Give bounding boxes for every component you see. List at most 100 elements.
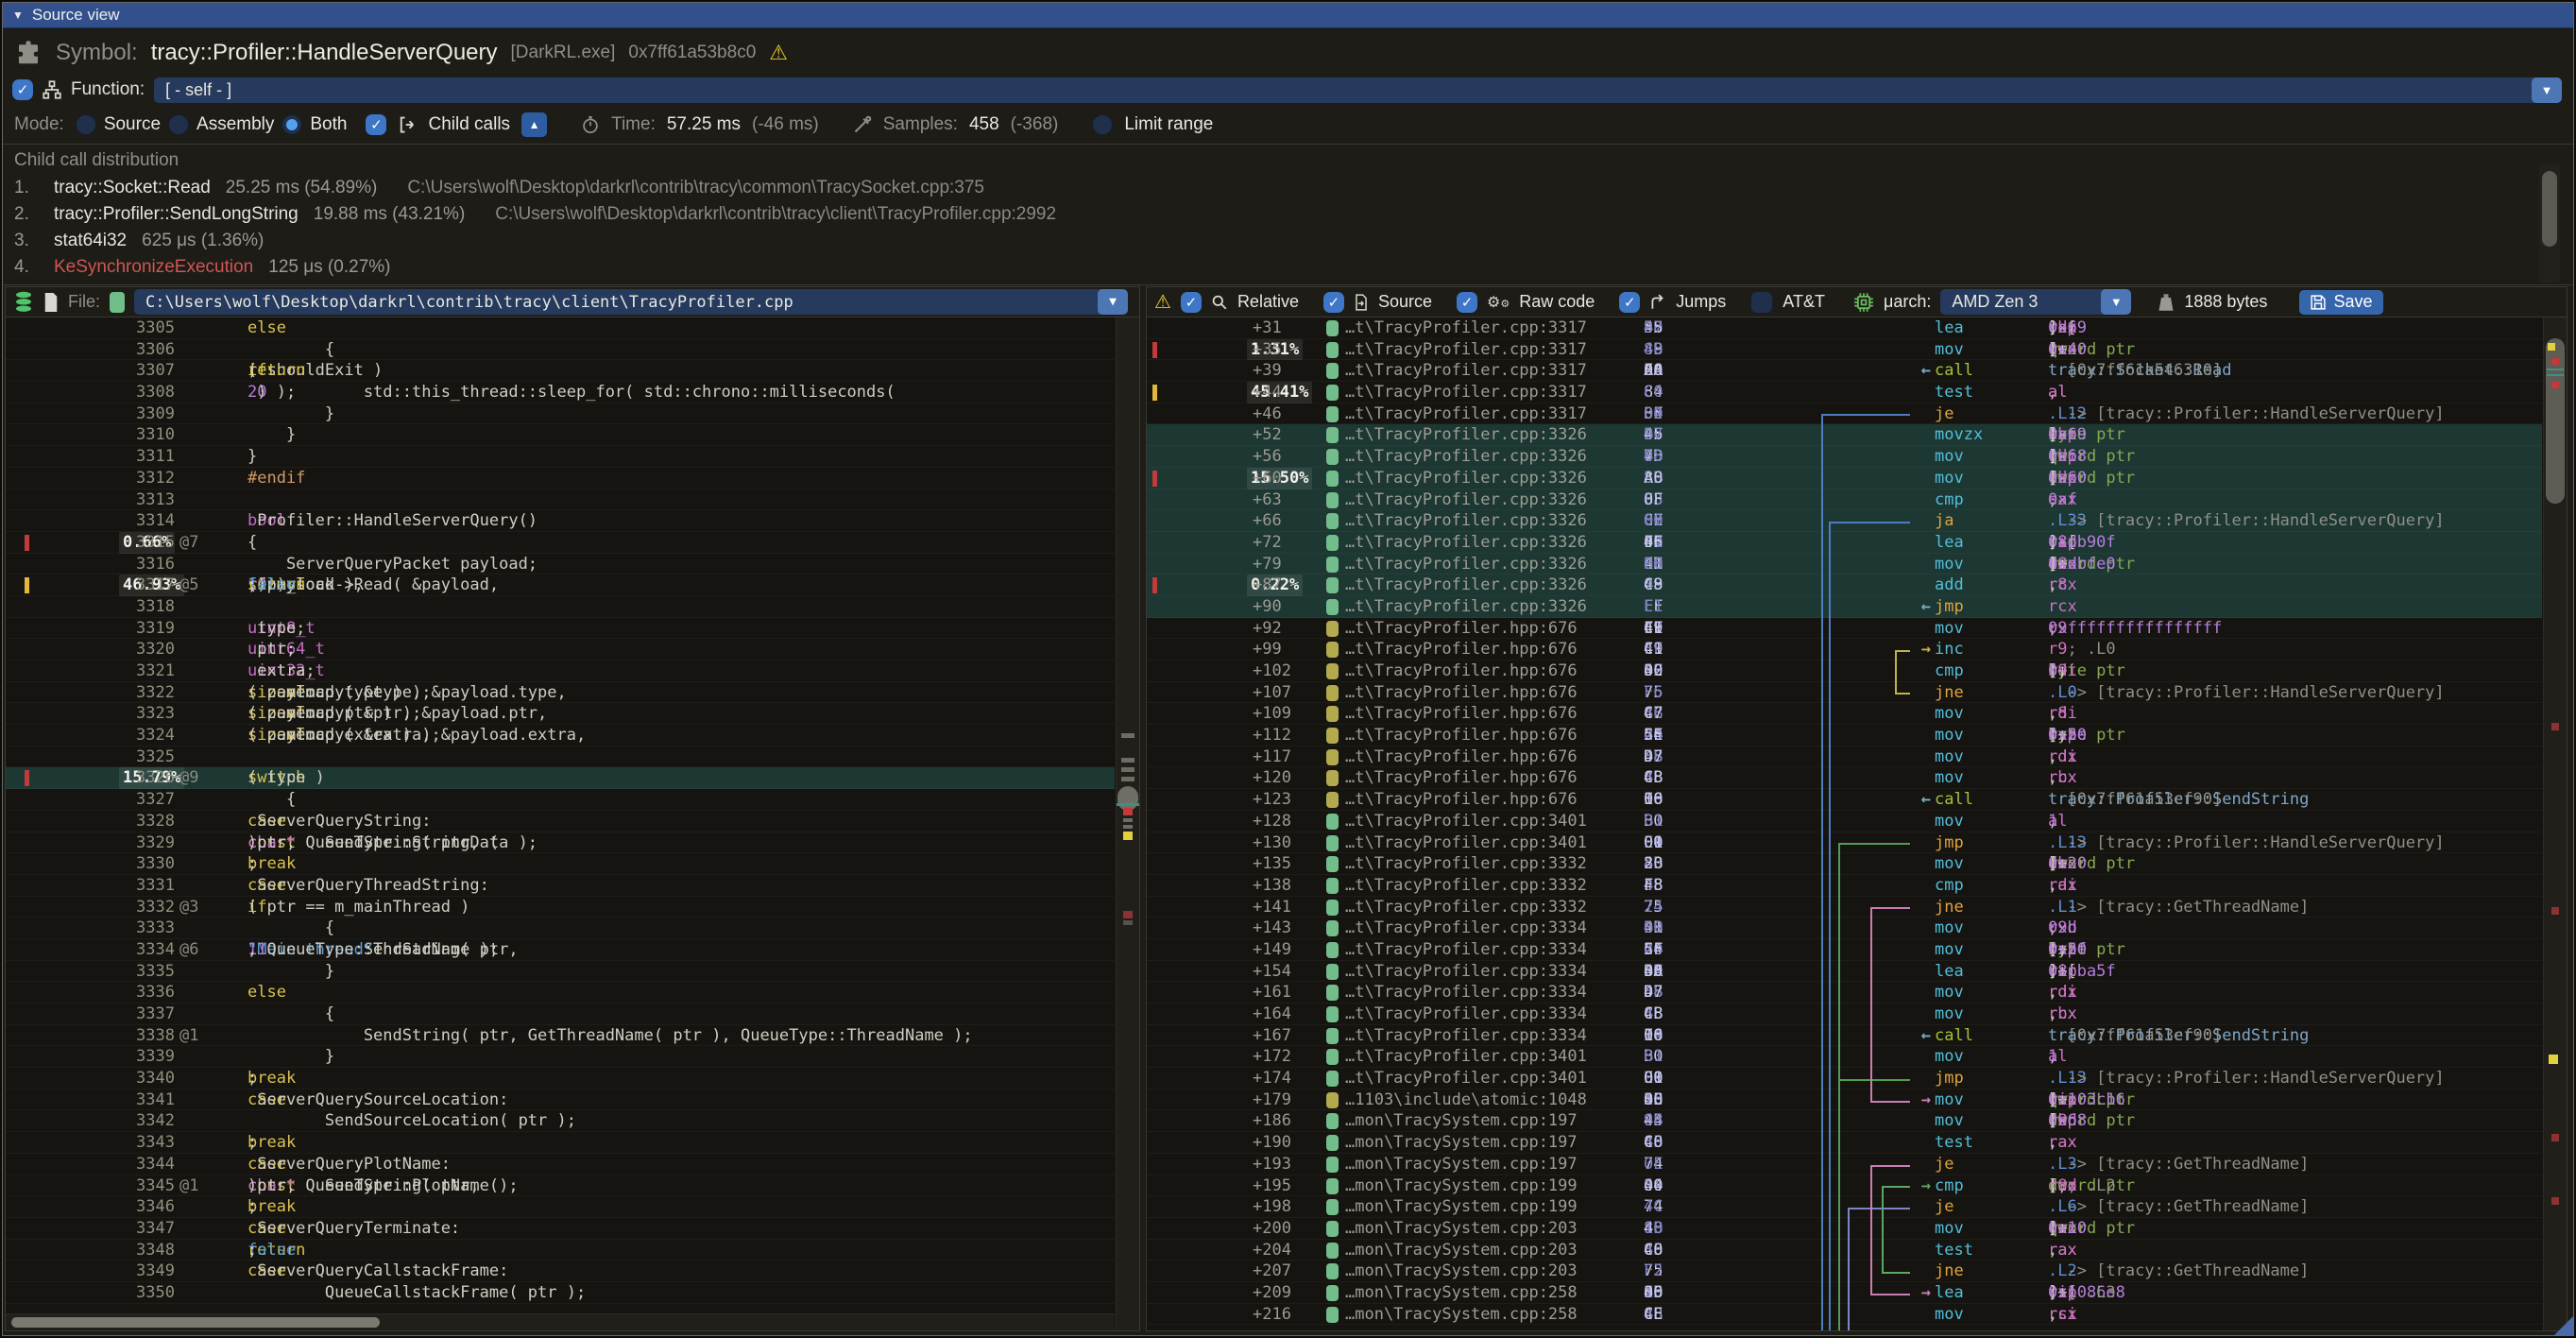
source-line[interactable]: 3346 break; [6,1196,1115,1218]
source-line[interactable]: 3343 break; [6,1132,1115,1154]
source-line[interactable]: 3337 { [6,1004,1115,1025]
source-line[interactable]: 3335 } [6,961,1115,983]
assembly-line[interactable]: +164…t\TracyProfiler.cpp:3334488BCBmovrc… [1147,1004,2542,1025]
assembly-line[interactable]: +190…mon\TracySystem.cpp:1974885C0testra… [1147,1132,2542,1154]
att-checkbox[interactable]: ✓ [1750,291,1773,314]
source-line[interactable]: 46.93%3317@5 if( !m_sock->Read( &payload… [6,575,1115,596]
source-line[interactable]: 3341 case ServerQuerySourceLocation: [6,1089,1115,1111]
uarch-select[interactable]: AMD Zen 3 ▼ [1940,289,2131,315]
assembly-line[interactable]: +109…t\TracyProfiler.hpp:6764C8BC7movr8,… [1147,703,2542,725]
child-call-row[interactable]: 1.tracy::Socket::Read25.25 ms (54.89%)C:… [14,175,2562,201]
source-line[interactable]: 3307 if( shouldExit ) return; [6,360,1115,382]
source-checkbox[interactable]: ✓ [1323,292,1344,313]
assembly-line[interactable]: +112…t\TracyProfiler.hpp:676C64424205Emo… [1147,725,2542,746]
child-call-scrollbar[interactable] [2539,163,2560,283]
source-line[interactable]: 3334@6 SendString( ptr, "Main thread", 1… [6,939,1115,961]
source-line[interactable]: 3344 case ServerQueryPlotName: [6,1154,1115,1175]
assembly-line[interactable]: +117…t\TracyProfiler.hpp:676488BD7movrdx… [1147,746,2542,768]
assembly-line[interactable]: +99…t\TracyProfiler.hpp:67649FFC1→incr9 … [1147,639,2542,660]
source-line[interactable]: 3330 break; [6,853,1115,875]
assembly-line[interactable]: +172…t\TracyProfiler.cpp:3401B001moval, … [1147,1046,2542,1068]
assembly-line[interactable]: +179…1103\include\atomic:1048488B05B63C1… [1147,1089,2542,1111]
source-line[interactable]: 3323 memcpy( &ptr, &payload.ptr, sizeof(… [6,703,1115,725]
source-line[interactable]: 3324 memcpy( &extra, &payload.extra, siz… [6,725,1115,746]
radio-icon[interactable] [281,114,302,135]
source-line[interactable]: 3336 else [6,982,1115,1004]
child-call-row[interactable]: 3.stat64i32625 μs (1.36%) [14,228,2562,254]
source-line[interactable]: 3312#endif [6,468,1115,489]
assembly-line[interactable]: 0.22%+87…t\TracyProfiler.cpp:33264903C8a… [1147,575,2542,596]
source-line[interactable]: 3308 std::this_thread::sleep_for( std::c… [6,382,1115,403]
assembly-vertical-scrollbar[interactable] [2543,317,2567,1330]
raw-code-checkbox[interactable]: ✓ [1457,292,1477,313]
source-vertical-scrollbar[interactable] [1116,317,1139,1330]
assembly-line[interactable]: +130…t\TracyProfiler.cpp:3401E9E4010000j… [1147,832,2542,854]
assembly-line[interactable]: +186…mon\TracySystem.cpp:197448B4598movr… [1147,1110,2542,1132]
assembly-line[interactable]: +193…mon\TracySystem.cpp:197740Eje.L3 ->… [1147,1154,2542,1175]
assembly-line[interactable]: +66…t\TracyProfiler.cpp:33260F87CE060000… [1147,510,2542,532]
assembly-line[interactable]: +63…t\TracyProfiler.cpp:332683F80Fcmpeax… [1147,489,2542,511]
source-line[interactable]: 3318 [6,596,1115,618]
radio-icon[interactable] [76,114,96,135]
chevron-down-icon[interactable]: ▼ [2532,77,2562,103]
source-line[interactable]: 3316 ServerQueryPacket payload; [6,554,1115,575]
assembly-line[interactable]: +135…t\TracyProfiler.cpp:33328B4320movea… [1147,853,2542,875]
assembly-line[interactable]: +128…t\TracyProfiler.cpp:3401B001moval, … [1147,811,2542,832]
assembly-line[interactable]: +138…t\TracyProfiler.cpp:3332483BF8cmprd… [1147,875,2542,897]
source-line[interactable]: 3320 uint64_t ptr; [6,639,1115,660]
source-line[interactable]: 3347 case ServerQueryTerminate: [6,1218,1115,1240]
assembly-line[interactable]: 15.50%+60…t\TracyProfiler.cpp:33268B55A0… [1147,468,2542,489]
chevron-down-icon[interactable]: ▼ [1098,289,1128,315]
assembly-line[interactable]: +90…t\TracyProfiler.cpp:3326FFE1←jmprcx [1147,596,2542,618]
assembly-line[interactable]: +143…t\TracyProfiler.cpp:333441B90B00000… [1147,918,2542,939]
source-line[interactable]: 3325 [6,746,1115,768]
window-title-bar[interactable]: ▼ Source view [3,3,2573,28]
assembly-line[interactable]: +46…t\TracyProfiler.cpp:33170F8435020000… [1147,403,2542,425]
assembly-line[interactable]: +167…t\TracyProfiler.cpp:3334E824160000←… [1147,1025,2542,1047]
limit-range-checkbox[interactable] [1092,114,1113,135]
source-line[interactable]: 3328 case ServerQueryString: [6,811,1115,832]
source-line[interactable]: 3333 { [6,918,1115,939]
source-line[interactable]: 3319 uint8_t type; [6,618,1115,640]
assembly-line[interactable]: +107…t\TracyProfiler.hpp:67675F6jne.L0 -… [1147,682,2542,704]
assembly-line[interactable]: +56…t\TracyProfiler.cpp:3326488B7D98movr… [1147,446,2542,468]
source-line[interactable]: 15.79%3326@9 switch( type ) [6,767,1115,789]
assembly-line[interactable]: 1.31%+35…t\TracyProfiler.cpp:3317488B494… [1147,339,2542,361]
assembly-line[interactable]: +174…t\TracyProfiler.cpp:3401E9B8010000j… [1147,1068,2542,1089]
mode-radio-assembly[interactable]: Assembly [168,114,274,135]
assembly-line[interactable]: +39…t\TracyProfiler.cpp:3317E824AA0000←c… [1147,360,2542,382]
source-line[interactable]: 3311} [6,446,1115,468]
child-call-row[interactable]: 2.tracy::Profiler::SendLongString19.88 m… [14,201,2562,228]
assembly-line[interactable]: +141…t\TracyProfiler.cpp:33327524jne.L1 … [1147,897,2542,918]
jumps-checkbox[interactable]: ✓ [1619,292,1640,313]
source-line[interactable]: 3329 SendString( ptr, (const char*)ptr, … [6,832,1115,854]
source-line[interactable]: 3338@1 SendString( ptr, GetThreadName( p… [6,1025,1115,1047]
assembly-line[interactable]: +207…mon\TracySystem.cpp:20375F2jne.L2 -… [1147,1261,2542,1282]
assembly-line[interactable]: +209…mon\TracySystem.cpp:258488D35E88610… [1147,1282,2542,1304]
source-line[interactable]: 3310 } [6,424,1115,446]
assembly-line[interactable]: +120…t\TracyProfiler.hpp:676488BCBmovrcx… [1147,767,2542,789]
child-calls-checkbox[interactable]: ✓ [366,114,386,135]
source-line[interactable]: 3349 case ServerQueryCallstackFrame: [6,1261,1115,1282]
resize-grip[interactable] [2554,1316,2573,1335]
assembly-line[interactable]: +149…t\TracyProfiler.cpp:3334C64424205Fm… [1147,939,2542,961]
source-line[interactable]: 3342 SendSourceLocation( ptr ); [6,1110,1115,1132]
source-horizontal-scrollbar[interactable] [6,1313,1115,1330]
assembly-line[interactable]: 45.41%+44…t\TracyProfiler.cpp:331784C0te… [1147,382,2542,403]
assembly-line[interactable]: +79…t\TracyProfiler.cpp:3326418B8C80E0BF… [1147,554,2542,575]
collapse-triangle-icon[interactable]: ▼ [12,9,24,22]
assembly-line[interactable]: +204…mon\TracySystem.cpp:2034885C0testra… [1147,1240,2542,1261]
source-line[interactable]: 3313 [6,489,1115,511]
assembly-line[interactable]: +161…t\TracyProfiler.cpp:3334488BD7movrd… [1147,982,2542,1004]
assembly-line[interactable]: +195…mon\TracySystem.cpp:199443900→cmpdw… [1147,1175,2542,1197]
assembly-line[interactable]: +123…t\TracyProfiler.hpp:676E850160000←c… [1147,789,2542,811]
source-line[interactable]: 3340 break; [6,1068,1115,1089]
assembly-line[interactable]: +102…t\TracyProfiler.hpp:67642803C0F00cm… [1147,660,2542,682]
source-line[interactable]: 3348 return false; [6,1240,1115,1261]
file-select[interactable]: C:\Users\wolf\Desktop\darkrl\contrib\tra… [134,289,1128,315]
source-line[interactable]: 3321 uint32_t extra; [6,660,1115,682]
assembly-line[interactable]: +72…t\TracyProfiler.cpp:33264C8D05F146F2… [1147,532,2542,554]
assembly-line[interactable]: +200…mon\TracySystem.cpp:203488B4010movr… [1147,1218,2542,1240]
assembly-line[interactable]: +52…t\TracyProfiler.cpp:33260FB64597movz… [1147,424,2542,446]
source-line[interactable]: 3332@3 if( ptr == m_mainThread ) [6,897,1115,918]
